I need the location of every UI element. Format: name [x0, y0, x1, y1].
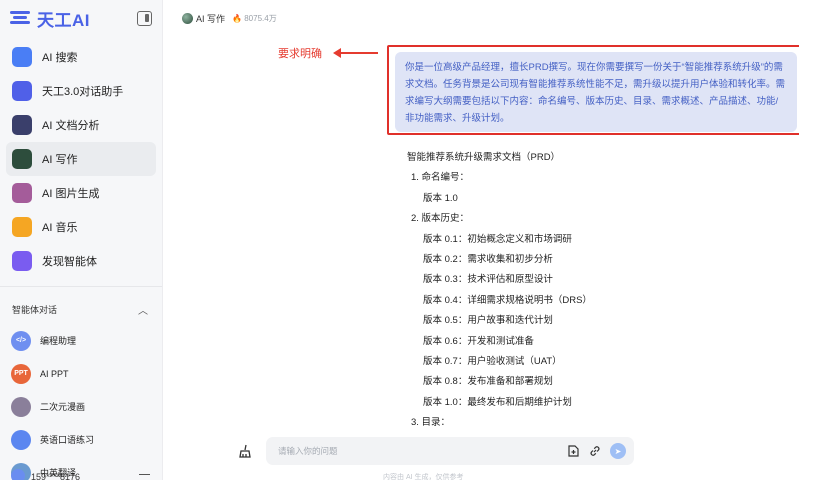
speech-icon: [11, 429, 31, 450]
sidebar-item-label: 天工3.0对话助手: [42, 86, 124, 98]
sidebar-item-label: AI 文档分析: [42, 120, 100, 132]
writing-icon: [12, 149, 32, 169]
code-icon: </>: [11, 330, 31, 351]
sidebar-item-label: AI 图片生成: [42, 188, 100, 200]
flame-icon: 🔥: [232, 13, 242, 23]
agent-item-label: 二次元漫画: [40, 402, 86, 412]
file-upload-icon[interactable]: [566, 444, 580, 458]
brand-logo[interactable]: 天工AI: [10, 6, 90, 31]
agent-item-label: 编程助理: [40, 336, 77, 346]
response-line: 版本 0.8：发布准备和部署规划: [423, 376, 553, 388]
anime-icon: [11, 396, 31, 417]
avatar[interactable]: [11, 469, 25, 480]
response-line: 3. 目录：: [411, 417, 451, 429]
input-bar: ➤: [232, 437, 634, 465]
agent-item-3[interactable]: 英语口语练习: [0, 423, 162, 456]
response-line: 版本 0.1：初始概念定义和市场调研: [423, 233, 572, 245]
response-line: 版本 0.6：开发和测试准备: [423, 335, 534, 347]
send-icon[interactable]: ➤: [610, 443, 626, 459]
menu-icon[interactable]: [139, 473, 150, 480]
topbar: AI 写作 🔥 8075.4万: [164, 0, 828, 36]
agent-item-label: 英语口语练习: [40, 435, 95, 445]
brand-mark-icon: [10, 10, 32, 26]
sidebar-item-3[interactable]: AI 写作: [6, 142, 156, 176]
question-input[interactable]: [278, 446, 558, 456]
sidebar: 天工AI AI 搜索 天工3.0对话助手 AI 文档分析 AI 写作 AI 图片生成 AI…: [0, 0, 163, 480]
music-icon: [12, 217, 32, 237]
sidebar-item-label: AI 搜索: [42, 52, 78, 64]
sidebar-item-label: AI 写作: [42, 154, 78, 166]
image-icon: [12, 183, 32, 203]
sidebar-item-1[interactable]: 天工3.0对话助手: [6, 74, 156, 108]
chevron-up-icon[interactable]: ︿: [138, 302, 148, 317]
response-line: 版本 0.5：用户故事和迭代计划: [423, 315, 553, 327]
agent-item-label: AI PPT: [40, 368, 69, 379]
writing-avatar-icon: [182, 12, 193, 24]
annotation-label: 要求明确: [278, 48, 322, 60]
sidebar-item-4[interactable]: AI 图片生成: [6, 176, 156, 210]
document-icon: [12, 115, 32, 135]
response-line: 版本 0.3：技术评估和原型设计: [423, 274, 553, 286]
response-line: 版本 1.0: [423, 192, 458, 204]
page-title: AI 写作: [196, 13, 226, 24]
chat-area: 你是一位高级产品经理，擅长PRD撰写。现在你需要撰写一份关于“智能推荐系统升级”…: [387, 40, 799, 432]
chat-logo-icon: [12, 81, 32, 101]
user-label: 159****8176: [31, 472, 81, 480]
agent-item-2[interactable]: 二次元漫画: [0, 390, 162, 423]
brand-name: 天工AI: [37, 10, 90, 30]
user-row[interactable]: 159****8176: [0, 466, 162, 480]
question-input-box[interactable]: ➤: [266, 437, 634, 465]
ppt-icon: PPT: [11, 363, 31, 384]
sidebar-item-6[interactable]: 发现智能体: [6, 244, 156, 278]
agents-section-title: 智能体对话: [12, 305, 58, 315]
agent-icon: [12, 251, 32, 271]
response-line: 1. 命名编号：: [411, 172, 470, 184]
annotation-arrow-icon: [333, 48, 378, 58]
main-panel: AI 写作 🔥 8075.4万 要求明确 你是一位高级产品经理，擅长PRD撰写。…: [164, 0, 828, 480]
logo-row: 天工AI: [0, 0, 162, 36]
agent-item-1[interactable]: PPT AI PPT: [0, 357, 162, 390]
sidebar-item-0[interactable]: AI 搜索: [6, 40, 156, 74]
response-line: 智能推荐系统升级需求文档（PRD）: [407, 152, 561, 163]
search-icon: [12, 47, 32, 67]
agents-section-header[interactable]: 智能体对话 ︿: [0, 286, 162, 324]
agents-list: </> 编程助理 PPT AI PPT 二次元漫画 英语口语练习 中英翻译: [0, 324, 162, 480]
sidebar-item-label: 发现智能体: [42, 256, 97, 268]
response-line: 2. 版本历史：: [411, 213, 470, 225]
link-icon[interactable]: [588, 444, 602, 458]
response-line: 版本 0.4：详细需求规格说明书（DRS）: [423, 294, 592, 306]
sidebar-item-2[interactable]: AI 文档分析: [6, 108, 156, 142]
user-prompt-bubble: 你是一位高级产品经理，擅长PRD撰写。现在你需要撰写一份关于“智能推荐系统升级”…: [395, 52, 797, 132]
assistant-response: 智能推荐系统升级需求文档（PRD） 1. 命名编号： 版本 1.0 2. 版本历史： 版…: [407, 148, 787, 432]
broom-icon[interactable]: [232, 438, 258, 464]
popularity-badge: 🔥 8075.4万: [232, 13, 277, 23]
sidebar-collapse-icon[interactable]: [137, 10, 152, 26]
response-line: 版本 1.0：最终发布和后期维护计划: [423, 396, 572, 408]
response-line: 版本 0.7：用户验收测试（UAT）: [423, 356, 562, 368]
agent-item-0[interactable]: </> 编程助理: [0, 324, 162, 357]
sidebar-nav: AI 搜索天工3.0对话助手 AI 文档分析 AI 写作 AI 图片生成 AI 音乐发现…: [0, 40, 162, 278]
sidebar-item-label: AI 音乐: [42, 222, 78, 234]
sidebar-item-5[interactable]: AI 音乐: [6, 210, 156, 244]
footer-note: 内容由 AI 生成，仅供参考: [383, 474, 464, 480]
response-line: 版本 0.2：需求收集和初步分析: [423, 254, 553, 266]
